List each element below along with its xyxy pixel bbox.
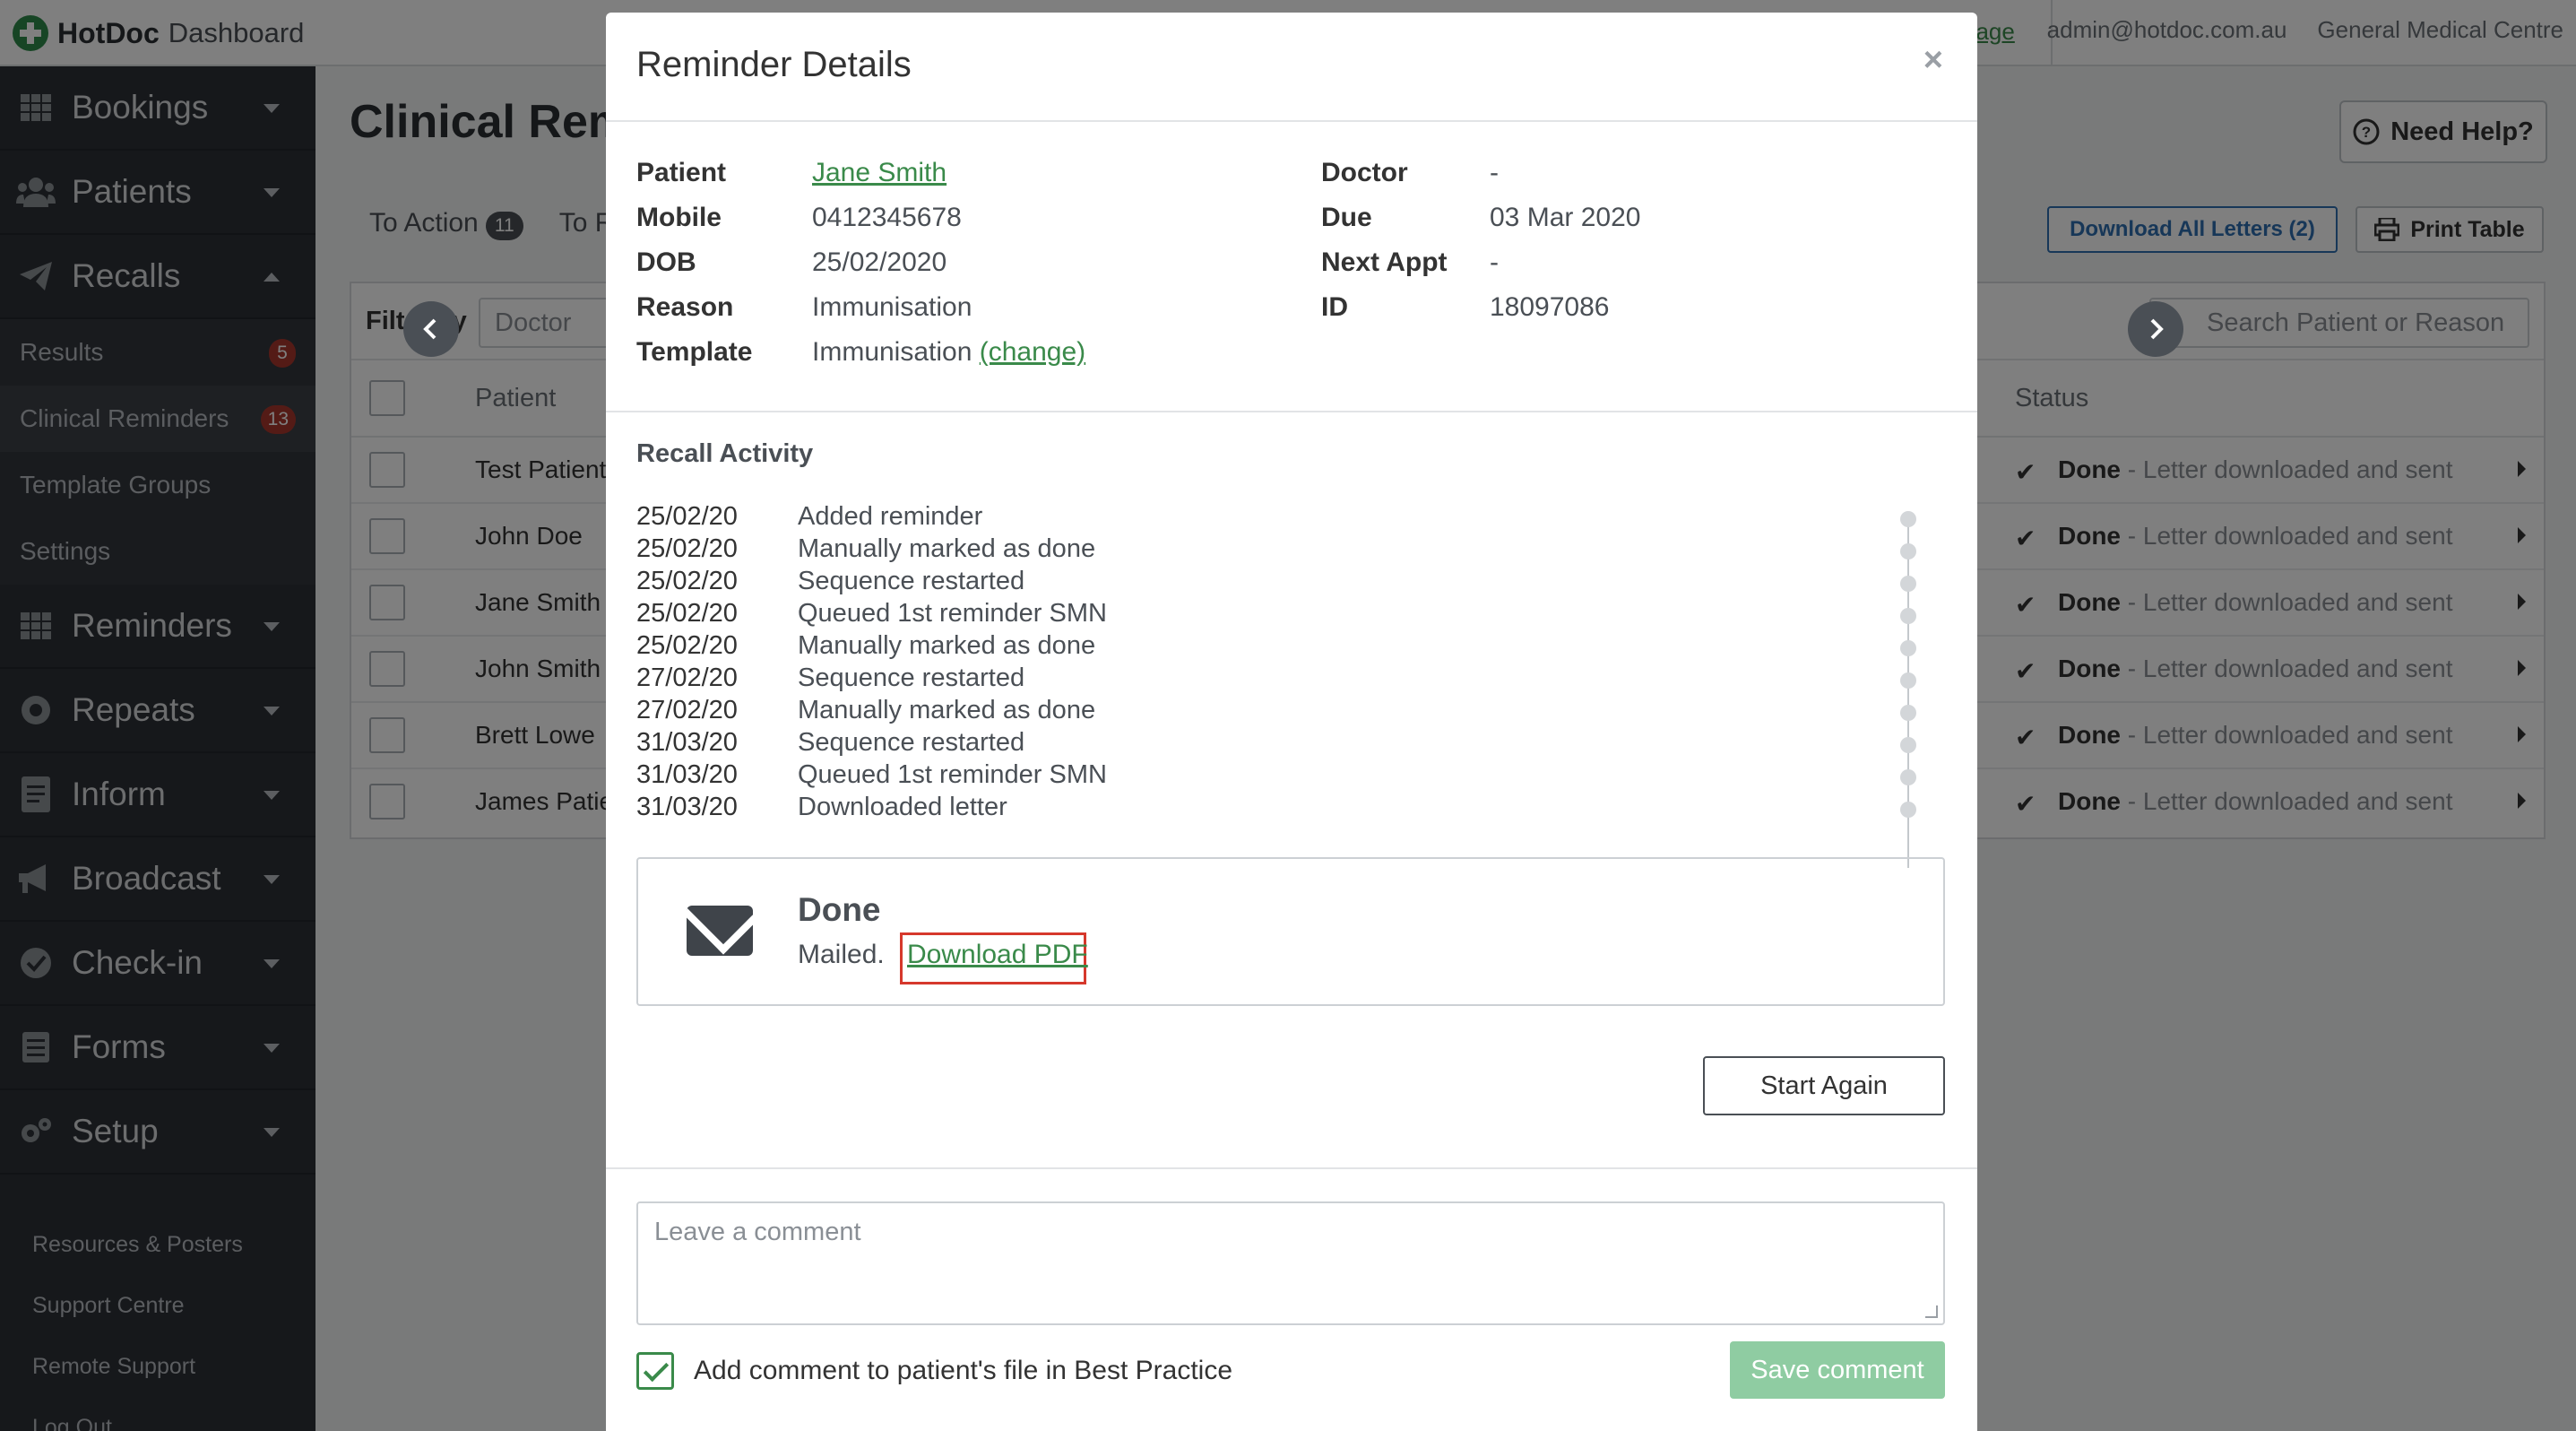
divider: [606, 411, 1977, 412]
next-appt-value: -: [1490, 247, 1499, 277]
chevron-right-icon: [2150, 318, 2164, 340]
change-template-link[interactable]: (change): [980, 337, 1085, 367]
activity-text: Queued 1st reminder SMN: [798, 760, 1107, 789]
activity-text: Manually marked as done: [798, 696, 1096, 724]
due-value: 03 Mar 2020: [1490, 203, 1641, 232]
mobile-value: 0412345678: [812, 203, 962, 232]
timeline-dot: [1900, 511, 1916, 527]
comment-textarea[interactable]: Leave a comment: [636, 1201, 1945, 1325]
activity-text: Downloaded letter: [798, 793, 1007, 821]
activity-text: Sequence restarted: [798, 567, 1025, 595]
reason-label: Reason: [636, 292, 734, 322]
status-description: Mailed.: [798, 940, 885, 969]
reason-value: Immunisation: [812, 292, 972, 322]
activity-item: 31/03/20 Downloaded letter: [636, 793, 1658, 825]
activity-date: 25/02/20: [636, 534, 738, 563]
activity-date: 25/02/20: [636, 502, 738, 531]
status-title: Done: [798, 891, 881, 928]
activity-date: 25/02/20: [636, 631, 738, 660]
activity-item: 25/02/20 Queued 1st reminder SMN: [636, 599, 1658, 631]
dob-label: DOB: [636, 247, 696, 277]
reminder-details: Patient Jane Smith Mobile 0412345678 DOB…: [636, 158, 1945, 400]
activity-date: 31/03/20: [636, 760, 738, 789]
comment-placeholder: Leave a comment: [654, 1218, 861, 1246]
divider: [606, 1167, 1977, 1169]
activity-item: 25/02/20 Sequence restarted: [636, 567, 1658, 599]
activity-text: Queued 1st reminder SMN: [798, 599, 1107, 628]
chevron-left-icon: [423, 318, 437, 340]
add-to-patient-file-label[interactable]: Add comment to patient's file in Best Pr…: [694, 1356, 1232, 1386]
resize-handle-icon[interactable]: [1925, 1305, 1938, 1318]
activity-text: Manually marked as done: [798, 631, 1096, 660]
timeline-dot: [1900, 608, 1916, 624]
activity-date: 31/03/20: [636, 728, 738, 757]
timeline-dot: [1900, 769, 1916, 785]
activity-text: Sequence restarted: [798, 728, 1025, 757]
modal-title: Reminder Details: [636, 45, 912, 84]
activity-item: 27/02/20 Sequence restarted: [636, 663, 1658, 696]
timeline-dot: [1900, 640, 1916, 656]
activity-item: 31/03/20 Queued 1st reminder SMN: [636, 760, 1658, 793]
recall-activity-list: 25/02/20 Added reminder 25/02/20 Manually …: [636, 502, 1658, 825]
patient-name-link[interactable]: Jane Smith: [812, 158, 947, 188]
modal-header: Reminder Details ×: [606, 13, 1977, 122]
activity-item: 31/03/20 Sequence restarted: [636, 728, 1658, 760]
activity-item: 25/02/20 Manually marked as done: [636, 631, 1658, 663]
activity-text: Sequence restarted: [798, 663, 1025, 692]
id-label: ID: [1321, 292, 1348, 322]
envelope-icon: [687, 906, 753, 956]
activity-date: 27/02/20: [636, 696, 738, 724]
activity-date: 27/02/20: [636, 663, 738, 692]
next-appt-label: Next Appt: [1321, 247, 1448, 277]
timeline-dot: [1900, 576, 1916, 592]
doctor-label: Doctor: [1321, 158, 1408, 187]
due-label: Due: [1321, 203, 1372, 232]
activity-date: 31/03/20: [636, 793, 738, 821]
download-pdf-link[interactable]: Download PDF: [907, 940, 1088, 970]
timeline-dot: [1900, 672, 1916, 689]
patient-label: Patient: [636, 158, 727, 187]
reminder-details-modal: Reminder Details × Patient Jane Smith Mo…: [606, 13, 1977, 1431]
activity-item: 25/02/20 Added reminder: [636, 502, 1658, 534]
timeline-dot: [1900, 705, 1916, 721]
template-label: Template: [636, 337, 753, 367]
timeline-dot: [1900, 802, 1916, 818]
status-card: Done Mailed. Download PDF: [636, 857, 1945, 1006]
mobile-label: Mobile: [636, 203, 722, 232]
activity-date: 25/02/20: [636, 599, 738, 628]
next-reminder-button[interactable]: [2128, 301, 2183, 357]
add-to-patient-file-checkbox[interactable]: [636, 1352, 674, 1390]
activity-text: Manually marked as done: [798, 534, 1096, 563]
timeline-dot: [1900, 543, 1916, 559]
activity-item: 27/02/20 Manually marked as done: [636, 696, 1658, 728]
timeline-dot: [1900, 737, 1916, 753]
recall-activity-title: Recall Activity: [636, 439, 814, 468]
start-again-button[interactable]: Start Again: [1703, 1056, 1945, 1115]
dob-value: 25/02/2020: [812, 247, 947, 277]
activity-item: 25/02/20 Manually marked as done: [636, 534, 1658, 567]
template-value: Immunisation (change): [812, 337, 1086, 367]
activity-date: 25/02/20: [636, 567, 738, 595]
id-value: 18097086: [1490, 292, 1610, 322]
activity-text: Added reminder: [798, 502, 983, 531]
doctor-value: -: [1490, 158, 1499, 187]
save-comment-button[interactable]: Save comment: [1730, 1341, 1945, 1399]
previous-reminder-button[interactable]: [403, 301, 459, 357]
close-icon[interactable]: ×: [1923, 41, 1943, 80]
